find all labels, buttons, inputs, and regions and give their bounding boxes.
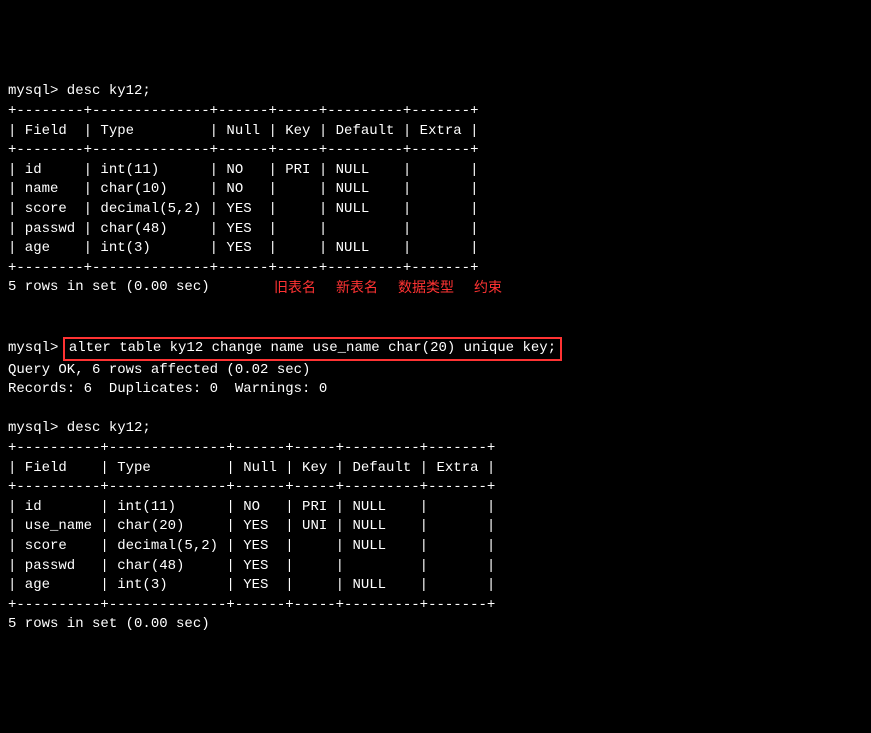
table1-row-0: | id | int(11) | NO | PRI | NULL | |: [8, 162, 478, 178]
annotation-old-name: 旧表名: [274, 279, 316, 295]
table2-row-0: | id | int(11) | NO | PRI | NULL | |: [8, 499, 495, 515]
table2-border-top: +----------+--------------+------+-----+…: [8, 440, 495, 456]
table2-row-4: | age | int(3) | YES | | NULL | |: [8, 577, 495, 593]
records-line: Records: 6 Duplicates: 0 Warnings: 0: [8, 381, 327, 397]
table1-header: | Field | Type | Null | Key | Default | …: [8, 123, 478, 139]
annotation-constraint: 约束: [474, 279, 502, 295]
prompt-line-1: mysql> desc ky12;: [8, 83, 151, 99]
table2-row-2: | score | decimal(5,2) | YES | | NULL | …: [8, 538, 495, 554]
table1-row-2: | score | decimal(5,2) | YES | | NULL | …: [8, 201, 478, 217]
result-1: 5 rows in set (0.00 sec): [8, 279, 210, 295]
prompt-prefix-2: mysql>: [8, 340, 67, 356]
terminal-output: mysql> desc ky12; +--------+------------…: [8, 82, 863, 635]
table1-row-1: | name | char(10) | NO | | NULL | |: [8, 181, 478, 197]
result-2: 5 rows in set (0.00 sec): [8, 616, 210, 632]
table1-border-mid: +--------+--------------+------+-----+--…: [8, 142, 478, 158]
table2-border-mid: +----------+--------------+------+-----+…: [8, 479, 495, 495]
table2-header: | Field | Type | Null | Key | Default | …: [8, 460, 495, 476]
table2-border-bottom: +----------+--------------+------+-----+…: [8, 597, 495, 613]
table1-border-top: +--------+--------------+------+-----+--…: [8, 103, 478, 119]
red-annotations: 旧表名 新表名 数据类型 约束: [274, 278, 522, 298]
table2-row-3: | passwd | char(48) | YES | | | |: [8, 558, 495, 574]
result-annotation-row: 5 rows in set (0.00 sec) 旧表名 新表名 数据类型 约束: [8, 278, 863, 298]
annotation-data-type: 数据类型: [398, 279, 454, 295]
alter-command-highlighted: alter table ky12 change name use_name ch…: [63, 337, 562, 361]
table1-row-4: | age | int(3) | YES | | NULL | |: [8, 240, 478, 256]
annotation-new-name: 新表名: [336, 279, 378, 295]
table1-border-bottom: +--------+--------------+------+-----+--…: [8, 260, 478, 276]
prompt-line-3: mysql> desc ky12;: [8, 420, 151, 436]
table1-row-3: | passwd | char(48) | YES | | | |: [8, 221, 478, 237]
table2-row-1: | use_name | char(20) | YES | UNI | NULL…: [8, 518, 495, 534]
query-ok-line: Query OK, 6 rows affected (0.02 sec): [8, 362, 310, 378]
